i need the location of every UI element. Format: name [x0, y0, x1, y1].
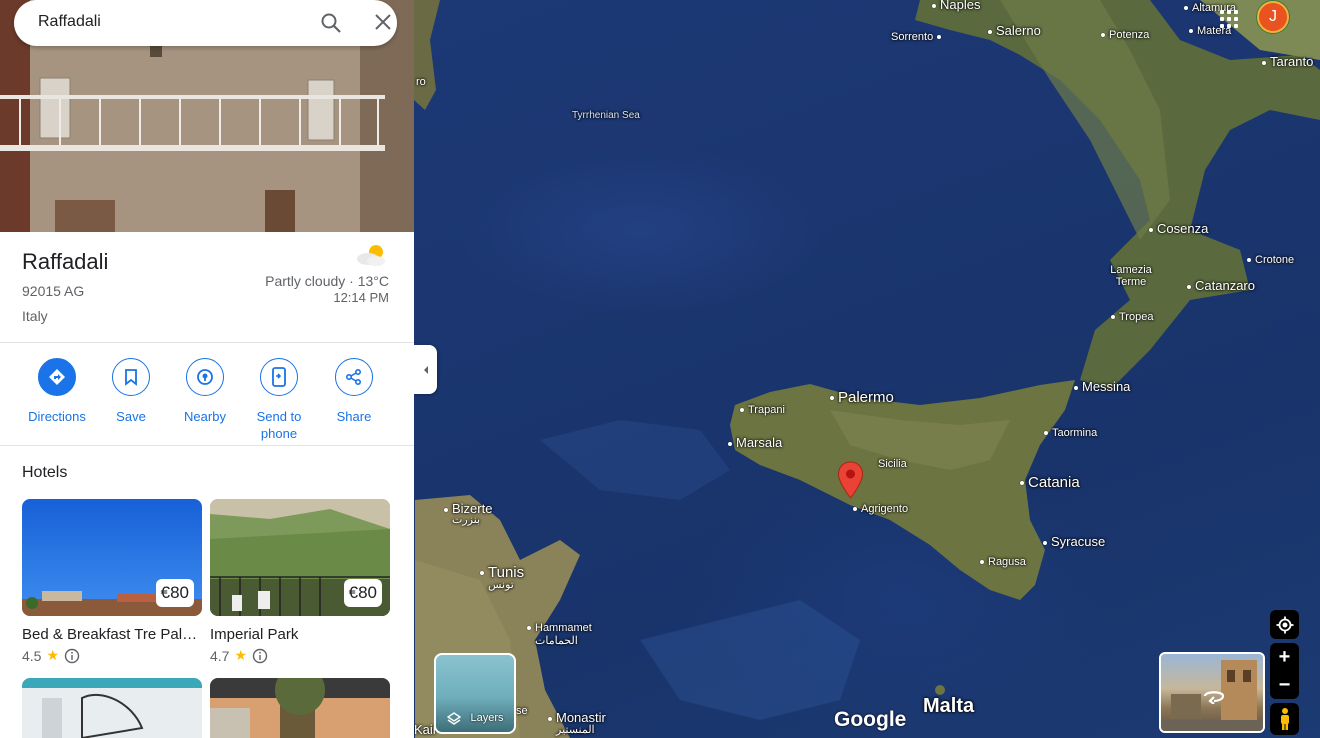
share-icon: [345, 368, 362, 386]
search-input[interactable]: [38, 12, 288, 32]
nearby-button[interactable]: Nearby: [168, 358, 242, 425]
hotel-card-photo[interactable]: [210, 678, 390, 738]
street-view-thumbnail[interactable]: [1159, 652, 1265, 733]
map-label-naples[interactable]: Naples: [932, 0, 980, 11]
map-label-hammamet-ar: الحمامات: [535, 635, 578, 647]
collapse-panel-button[interactable]: [414, 345, 437, 394]
location-pin-icon[interactable]: [837, 461, 864, 499]
map-label-trapani[interactable]: Trapani: [740, 405, 785, 416]
search-box[interactable]: [14, 0, 397, 46]
map-label-taranto[interactable]: Taranto: [1262, 55, 1313, 68]
hotel-rating: 4.5 ★: [22, 647, 202, 664]
rotate-360-icon: [1203, 691, 1225, 704]
info-icon[interactable]: [252, 648, 268, 664]
share-label: Share: [336, 409, 372, 424]
map-label-tropea[interactable]: Tropea: [1111, 312, 1153, 323]
partly-cloudy-icon: [357, 245, 385, 266]
hotel-price: €80: [343, 579, 382, 607]
minus-icon: −: [1278, 673, 1291, 696]
place-postal-code: 92015 AG: [22, 283, 85, 299]
map-label-monastir-ar: المنستير: [556, 724, 595, 736]
place-country: Italy: [22, 308, 48, 324]
map-label-cosenza[interactable]: Cosenza: [1149, 222, 1208, 235]
hotel-price: €80: [155, 579, 194, 607]
map-label-ro: ro: [416, 76, 426, 88]
map-label-sorrento[interactable]: Sorrento: [891, 32, 942, 43]
star-icon: ★: [46, 647, 60, 663]
rating-value: 4.5: [22, 647, 42, 664]
map-label-taormina[interactable]: Taormina: [1044, 428, 1097, 439]
map-label-sicilia[interactable]: Sicilia: [878, 459, 907, 470]
map-label-hammamet[interactable]: Hammamet: [527, 623, 592, 634]
account-avatar[interactable]: J: [1257, 1, 1289, 33]
map-label-tyrrhenian-sea[interactable]: Tyrrhenian Sea: [572, 111, 640, 121]
hotel-photo[interactable]: €80: [22, 499, 202, 616]
directions-label: Directions: [28, 409, 86, 424]
hotels-heading: Hotels: [22, 464, 68, 481]
plus-icon: +: [1278, 645, 1291, 668]
my-location-icon: [1276, 616, 1293, 633]
map-label-syracuse[interactable]: Syracuse: [1043, 535, 1105, 548]
layers-button[interactable]: Layers: [434, 653, 516, 734]
divider: [0, 342, 414, 343]
save-button[interactable]: Save: [94, 358, 168, 425]
send-to-phone-label: Send to phone: [256, 409, 302, 441]
map-label-tunis-ar: تونس: [488, 579, 514, 591]
pegman-button[interactable]: [1270, 703, 1299, 735]
map-label-crotone[interactable]: Crotone: [1247, 255, 1294, 266]
rating-value: 4.7: [210, 647, 230, 664]
map-label-tunis[interactable]: Tunis: [480, 565, 524, 580]
send-to-phone-icon: [272, 367, 286, 387]
map-label-monastir[interactable]: Monastir: [548, 711, 606, 724]
map-label-potenza[interactable]: Potenza: [1101, 30, 1149, 41]
weather-text: Partly cloudy · 13°C: [265, 273, 389, 289]
map-label-marsala[interactable]: Marsala: [728, 436, 782, 449]
zoom-in-button[interactable]: +: [1270, 643, 1299, 671]
map-label-se: se: [516, 705, 528, 717]
bookmark-icon: [125, 369, 137, 386]
hotel-name[interactable]: Bed & Breakfast Tre Palme: [22, 626, 202, 643]
star-icon: ★: [234, 647, 248, 663]
layers-label: Layers: [470, 712, 504, 724]
map-label-lamezia-terme[interactable]: Lamezia Terme: [1104, 264, 1158, 288]
search-icon[interactable]: [320, 12, 342, 34]
map-label-palermo[interactable]: Palermo: [830, 390, 894, 405]
pegman-icon: [1280, 708, 1289, 730]
map-label-ragusa[interactable]: Ragusa: [980, 557, 1026, 568]
hotel-photo-image: [22, 678, 202, 738]
map-label-malta[interactable]: Malta: [923, 696, 974, 716]
hotel-photo-image: [210, 678, 390, 738]
close-icon[interactable]: [374, 13, 392, 31]
map-label-agrigento[interactable]: Agrigento: [853, 504, 908, 515]
share-button[interactable]: Share: [317, 358, 391, 425]
directions-button[interactable]: Directions: [20, 358, 94, 425]
save-label: Save: [116, 409, 146, 424]
local-time: 12:14 PM: [333, 290, 389, 305]
hotel-card-photo[interactable]: [22, 678, 202, 738]
send-to-phone-button[interactable]: Send to phone: [242, 358, 316, 442]
zoom-out-button[interactable]: −: [1270, 671, 1299, 699]
side-panel: Raffadali 92015 AG Italy Partly cloudy ·…: [0, 0, 414, 738]
google-logo: Google: [834, 708, 907, 731]
nearby-label: Nearby: [184, 409, 226, 424]
map-label-messina[interactable]: Messina: [1074, 380, 1130, 393]
hotel-name[interactable]: Imperial Park: [210, 626, 390, 643]
map-label-salerno[interactable]: Salerno: [988, 24, 1041, 37]
hotel-card[interactable]: €80 Bed & Breakfast Tre Palme 4.5 ★: [22, 499, 202, 664]
nearby-icon: [197, 369, 213, 385]
map-label-catania[interactable]: Catania: [1020, 475, 1080, 490]
map-label-catanzaro[interactable]: Catanzaro: [1187, 279, 1255, 292]
place-title: Raffadali: [22, 249, 109, 274]
place-hero-image[interactable]: [0, 0, 414, 232]
info-icon[interactable]: [64, 648, 80, 664]
map-label-bizerte-ar: بنزرت: [452, 514, 481, 526]
divider: [0, 445, 414, 446]
my-location-button[interactable]: [1270, 610, 1299, 639]
caret-left-icon: [423, 365, 428, 374]
hotel-card[interactable]: €80 Imperial Park 4.7 ★: [210, 499, 390, 664]
directions-icon: [49, 369, 65, 385]
hotel-rating: 4.7 ★: [210, 647, 390, 664]
hotel-photo[interactable]: €80: [210, 499, 390, 616]
apps-grid-icon[interactable]: [1216, 6, 1240, 30]
